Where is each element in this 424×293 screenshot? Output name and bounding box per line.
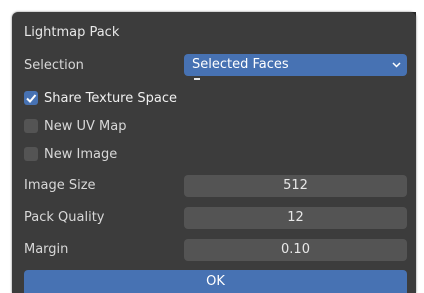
margin-field[interactable]: 0.10 bbox=[184, 239, 407, 261]
image-size-label: Image Size bbox=[24, 178, 96, 193]
new-uv-map-label: New UV Map bbox=[44, 118, 127, 134]
share-texture-space-label: Share Texture Space bbox=[44, 90, 177, 106]
checkbox-unchecked-icon bbox=[24, 147, 38, 161]
chevron-down-icon bbox=[392, 54, 401, 85]
margin-label: Margin bbox=[24, 242, 69, 257]
selection-value: Selected Faces bbox=[192, 57, 289, 72]
pack-quality-label: Pack Quality bbox=[24, 210, 105, 225]
selection-dropdown[interactable]: Selected Faces bbox=[184, 54, 407, 80]
checkmark-icon bbox=[24, 91, 38, 105]
share-texture-space-checkbox[interactable]: Share Texture Space bbox=[24, 89, 177, 107]
new-image-label: New Image bbox=[44, 146, 118, 162]
dialog-title: Lightmap Pack bbox=[24, 25, 120, 40]
selection-label: Selection bbox=[24, 58, 84, 73]
dropdown-indicator bbox=[194, 78, 200, 80]
lightmap-pack-dialog: Lightmap Pack Selection Selected Faces S… bbox=[12, 12, 416, 293]
image-size-field[interactable]: 512 bbox=[184, 175, 407, 197]
ok-button[interactable]: OK bbox=[24, 270, 407, 293]
new-uv-map-checkbox[interactable]: New UV Map bbox=[24, 117, 126, 135]
pack-quality-field[interactable]: 12 bbox=[184, 207, 407, 229]
new-image-checkbox[interactable]: New Image bbox=[24, 145, 117, 163]
checkbox-unchecked-icon bbox=[24, 119, 38, 133]
